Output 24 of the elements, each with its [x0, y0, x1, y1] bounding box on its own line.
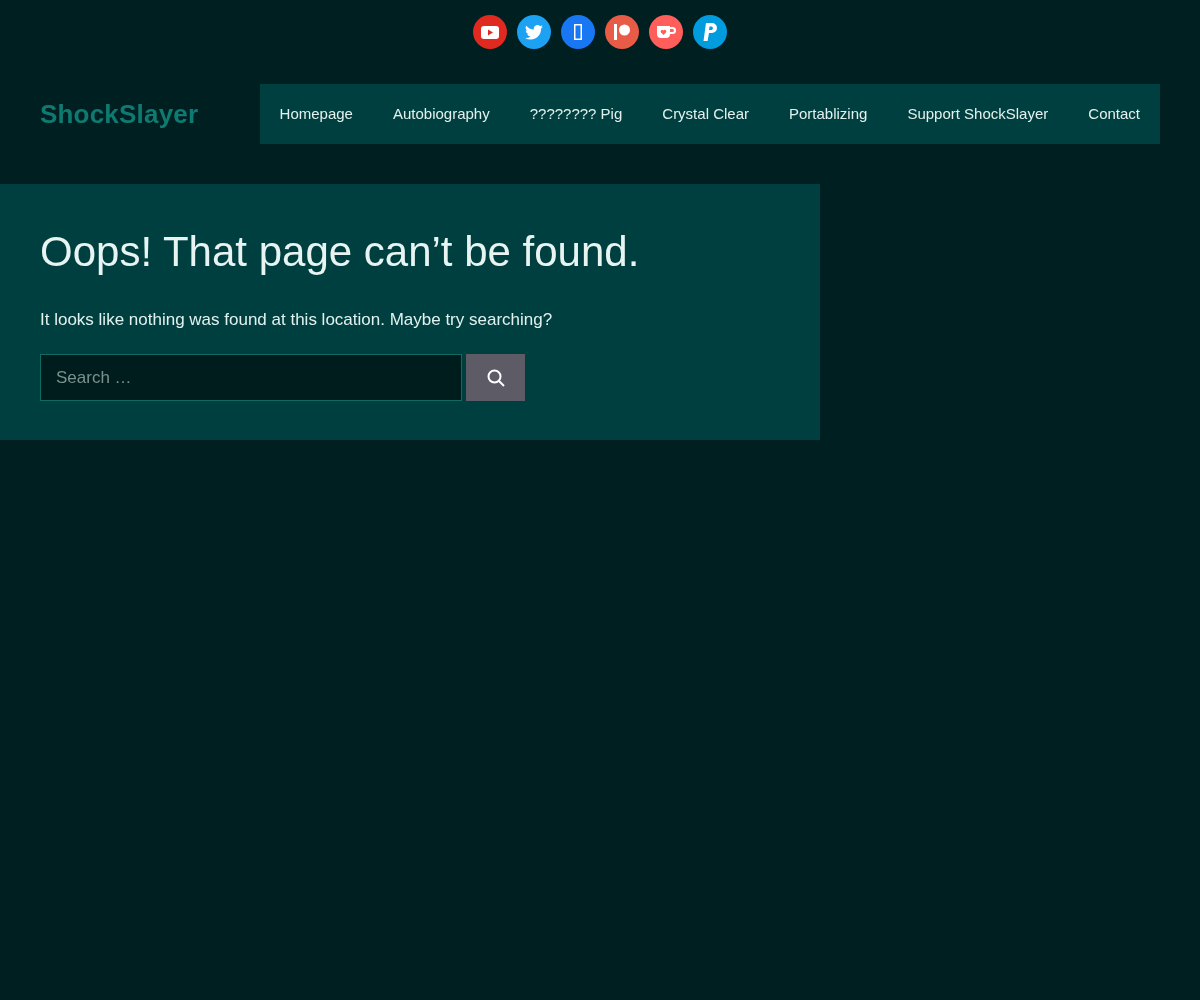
nav-link[interactable]: Crystal Clear [642, 84, 769, 144]
nav-link[interactable]: Contact [1068, 84, 1160, 144]
nav-link[interactable]: ???????? Pig [509, 84, 643, 144]
social-link[interactable] [561, 15, 595, 49]
nav-link[interactable]: Portablizing [769, 84, 888, 144]
social-link[interactable] [605, 15, 639, 49]
letter-p-icon [702, 23, 718, 41]
not-found-message: It looks like nothing was found at this location. Maybe try searching? [40, 310, 554, 330]
social-link[interactable] [517, 15, 551, 49]
social-link[interactable] [693, 15, 727, 49]
patreon-icon [614, 24, 630, 40]
bird-icon [525, 24, 543, 40]
nav-link[interactable]: Homepage [259, 84, 373, 144]
nav-link[interactable]: Support ShockSlayer [887, 84, 1069, 144]
play-icon [481, 25, 499, 39]
search-button[interactable] [466, 354, 525, 401]
nav-link[interactable]: Autobiography [372, 84, 510, 144]
search-field[interactable]: Search … [40, 354, 462, 401]
social-link[interactable] [473, 15, 507, 49]
social-link[interactable] [649, 15, 683, 49]
page-heading: Oops! That page can’t be found. [40, 227, 641, 277]
rectangle-icon [574, 24, 582, 40]
cup-icon [656, 25, 676, 39]
search-icon [486, 368, 505, 387]
